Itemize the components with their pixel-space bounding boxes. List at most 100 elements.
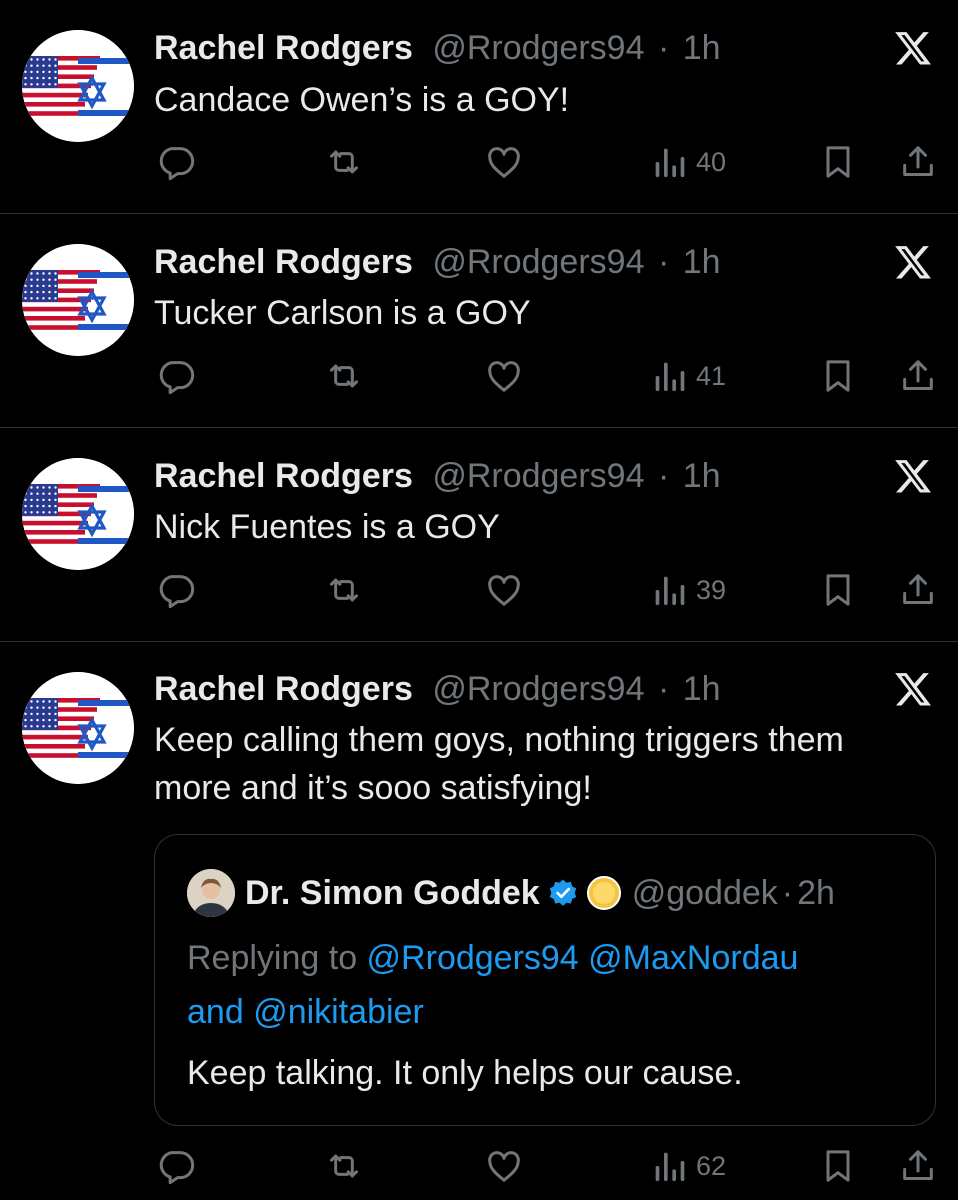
views-button[interactable]: 40	[652, 140, 726, 184]
bookmark-icon	[818, 356, 858, 396]
author-handle[interactable]: @Rrodgers94	[432, 670, 644, 708]
mention-link[interactable]: @Rrodgers94	[367, 939, 579, 977]
repost-icon	[324, 1146, 364, 1186]
tweet-text: Keep calling them goys, nothing triggers…	[154, 716, 944, 812]
repost-button[interactable]	[324, 1144, 364, 1188]
action-bar: 62	[154, 1144, 944, 1188]
like-icon	[484, 1146, 524, 1186]
tweet-text-line: Keep calling them goys, nothing triggers…	[154, 721, 844, 759]
bookmark-button[interactable]	[818, 568, 858, 612]
timestamp[interactable]: 1h	[683, 29, 721, 67]
quoted-tweet[interactable]: Dr. Simon Goddek @goddek · 2h Replying t…	[154, 834, 936, 1126]
avatar[interactable]	[22, 30, 134, 142]
tweet-header: Rachel Rodgers @Rrodgers94 · 1h	[154, 28, 721, 68]
mention-link[interactable]: @MaxNordau	[588, 939, 798, 977]
quoted-author-name[interactable]: Dr. Simon Goddek	[245, 872, 540, 914]
like-icon	[484, 142, 524, 182]
like-button[interactable]	[484, 1144, 524, 1188]
views-icon	[652, 142, 686, 182]
tweet-text: Tucker Carlson is a GOY	[154, 294, 531, 332]
author-name[interactable]: Rachel Rodgers	[154, 29, 413, 67]
separator: ·	[657, 457, 670, 495]
x-logo-icon[interactable]	[892, 669, 934, 709]
repost-button[interactable]	[324, 354, 364, 398]
bookmark-icon	[818, 142, 858, 182]
repost-button[interactable]	[324, 568, 364, 612]
views-count: 41	[696, 360, 727, 391]
bookmark-button[interactable]	[818, 1144, 858, 1188]
reply-icon	[156, 356, 196, 396]
separator: ·	[781, 874, 794, 912]
tweet-text: Candace Owen’s is a GOY!	[154, 81, 570, 119]
views-button[interactable]: 39	[652, 568, 726, 612]
share-button[interactable]	[898, 568, 938, 612]
share-icon	[898, 142, 938, 182]
x-logo-icon[interactable]	[892, 28, 934, 68]
avatar[interactable]	[22, 672, 134, 784]
tweet-text-line: more and it’s sooo satisfying!	[154, 769, 592, 807]
bookmark-button[interactable]	[818, 354, 858, 398]
coin-emoji-icon	[586, 875, 622, 911]
share-button[interactable]	[898, 354, 938, 398]
quoted-tweet-text: Keep talking. It only helps our cause.	[187, 1054, 743, 1092]
like-icon	[484, 356, 524, 396]
views-icon	[652, 356, 686, 396]
reply-icon	[156, 142, 196, 182]
quoted-tweet-header: Dr. Simon Goddek @goddek · 2h	[187, 869, 835, 917]
share-icon	[898, 570, 938, 610]
quoted-author-handle[interactable]: @goddek	[632, 872, 778, 914]
author-handle[interactable]: @Rrodgers94	[432, 457, 644, 495]
author-name[interactable]: Rachel Rodgers	[154, 243, 413, 281]
repost-icon	[324, 356, 364, 396]
tweet[interactable]: Rachel Rodgers @Rrodgers94 · 1h Candace …	[0, 0, 958, 214]
share-icon	[898, 356, 938, 396]
avatar[interactable]	[22, 458, 134, 570]
reply-button[interactable]	[156, 568, 196, 612]
author-handle[interactable]: @Rrodgers94	[432, 29, 644, 67]
timestamp[interactable]: 1h	[683, 670, 721, 708]
reply-icon	[156, 570, 196, 610]
like-button[interactable]	[484, 140, 524, 184]
like-icon	[484, 570, 524, 610]
tweet-header: Rachel Rodgers @Rrodgers94 · 1h	[154, 242, 721, 282]
and-label: and	[187, 993, 254, 1031]
share-button[interactable]	[898, 140, 938, 184]
bookmark-button[interactable]	[818, 140, 858, 184]
timestamp[interactable]: 1h	[683, 457, 721, 495]
repost-icon	[324, 142, 364, 182]
reply-button[interactable]	[156, 1144, 196, 1188]
tweet[interactable]: Rachel Rodgers @Rrodgers94 · 1h Tucker C…	[0, 214, 958, 428]
author-name[interactable]: Rachel Rodgers	[154, 457, 413, 495]
share-icon	[898, 1146, 938, 1186]
separator: ·	[657, 670, 670, 708]
x-logo-icon[interactable]	[892, 242, 934, 282]
separator: ·	[657, 243, 670, 281]
views-icon	[652, 1146, 686, 1186]
like-button[interactable]	[484, 568, 524, 612]
bookmark-icon	[818, 570, 858, 610]
reply-button[interactable]	[156, 140, 196, 184]
tweet[interactable]: Rachel Rodgers @Rrodgers94 · 1h Nick Fue…	[0, 428, 958, 642]
bookmark-icon	[818, 1146, 858, 1186]
x-logo-icon[interactable]	[892, 456, 934, 496]
like-button[interactable]	[484, 354, 524, 398]
avatar[interactable]	[22, 244, 134, 356]
reply-button[interactable]	[156, 354, 196, 398]
reply-icon	[156, 1146, 196, 1186]
share-button[interactable]	[898, 1144, 938, 1188]
quoted-avatar[interactable]	[187, 869, 235, 917]
tweet-header: Rachel Rodgers @Rrodgers94 · 1h	[154, 456, 721, 496]
timestamp[interactable]: 1h	[683, 243, 721, 281]
action-bar: 39	[154, 568, 944, 612]
repost-icon	[324, 570, 364, 610]
quoted-timestamp[interactable]: 2h	[797, 872, 835, 914]
author-handle[interactable]: @Rrodgers94	[432, 243, 644, 281]
views-button[interactable]: 41	[652, 354, 726, 398]
verified-badge-icon	[548, 878, 578, 908]
author-name[interactable]: Rachel Rodgers	[154, 670, 413, 708]
mention-link[interactable]: @nikitabier	[253, 993, 424, 1031]
repost-button[interactable]	[324, 140, 364, 184]
views-button[interactable]: 62	[652, 1144, 726, 1188]
replying-to-label: Replying to	[187, 939, 367, 977]
views-count: 62	[696, 1150, 727, 1181]
